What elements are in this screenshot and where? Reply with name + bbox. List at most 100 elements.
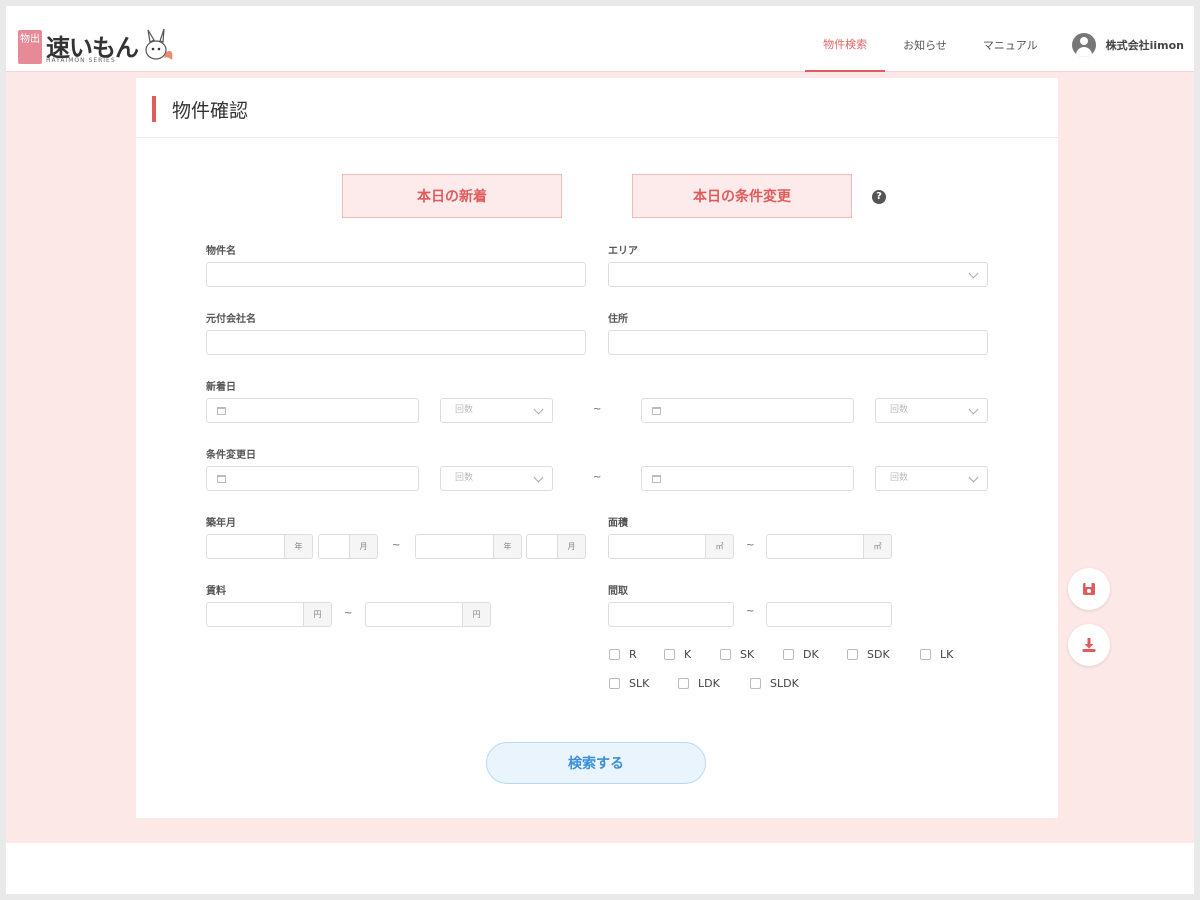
today-changed-button[interactable]: 本日の条件変更 (632, 174, 852, 218)
layout-checkbox-sldk[interactable]: SLDK (750, 677, 799, 690)
save-icon (1083, 583, 1095, 595)
area-size-from[interactable]: ㎡ (608, 534, 734, 559)
checkbox-label: SLDK (770, 677, 799, 690)
checkbox[interactable] (783, 649, 794, 660)
checkbox[interactable] (609, 649, 620, 660)
count-placeholder: 回数 (455, 473, 474, 483)
changed-date-from-count[interactable]: 回数 (440, 466, 553, 491)
area-label: エリア (608, 246, 638, 257)
new-date-to-input[interactable] (641, 398, 854, 423)
chevron-down-icon (533, 472, 544, 483)
layout-label: 間取 (608, 586, 628, 597)
save-button[interactable] (1068, 568, 1110, 610)
app-window: 物出 速いもん HAYAIMON SERIES 物件検索 お知らせ マニュアル … (6, 6, 1194, 894)
property-name-label: 物件名 (206, 246, 236, 257)
download-icon (1082, 638, 1096, 652)
logo-subtitle: HAYAIMON SERIES (46, 57, 116, 64)
avatar-icon (1071, 33, 1096, 57)
help-icon[interactable]: ? (872, 190, 886, 204)
range-separator: ~ (392, 540, 401, 551)
checkbox-label: R (629, 648, 637, 661)
built-to-month[interactable]: 月 (526, 534, 586, 559)
rent-label: 賃料 (206, 586, 226, 597)
main-area: 物件確認 本日の新着 本日の条件変更 ? 物件名 エリア 元付会社名 住所 新着… (6, 72, 1194, 843)
layout-checkbox-k[interactable]: K (664, 648, 691, 661)
page-title: 物件確認 (172, 100, 249, 122)
built-label: 築年月 (206, 518, 236, 529)
title-accent-bar (152, 96, 156, 122)
chevron-down-icon (533, 404, 544, 415)
checkbox-label: LDK (698, 677, 720, 690)
download-button[interactable] (1068, 624, 1110, 666)
layout-checkbox-slk[interactable]: SLK (609, 677, 649, 690)
built-to-year[interactable]: 年 (415, 534, 522, 559)
user-name: 株式会社iimon (1105, 39, 1184, 52)
address-input[interactable] (608, 330, 988, 355)
main-nav: 物件検索 お知らせ マニュアル 株式会社iimon (805, 18, 1194, 72)
user-menu[interactable]: 株式会社iimon (1056, 33, 1194, 57)
range-separator: ~ (344, 608, 353, 619)
chevron-down-icon (968, 268, 979, 279)
sqm-unit: ㎡ (863, 535, 891, 558)
area-select[interactable] (608, 262, 988, 287)
agency-input[interactable] (206, 330, 586, 355)
layout-from[interactable] (608, 602, 734, 627)
range-separator: ~ (593, 472, 602, 483)
new-date-from-count[interactable]: 回数 (440, 398, 553, 423)
new-date-to-count[interactable]: 回数 (875, 398, 988, 423)
layout-checkbox-dk[interactable]: DK (783, 648, 819, 661)
layout-to[interactable] (766, 602, 892, 627)
checkbox[interactable] (609, 678, 620, 689)
changed-date-to-input[interactable] (641, 466, 854, 491)
agency-label: 元付会社名 (206, 314, 256, 325)
checkbox[interactable] (678, 678, 689, 689)
count-placeholder: 回数 (890, 405, 909, 415)
calendar-icon (652, 475, 661, 483)
changed-date-label: 条件変更日 (206, 450, 256, 461)
nav-notices[interactable]: お知らせ (885, 18, 965, 72)
layout-checkbox-lk[interactable]: LK (920, 648, 953, 661)
count-placeholder: 回数 (455, 405, 474, 415)
month-unit: 月 (349, 535, 377, 558)
sqm-unit: ㎡ (705, 535, 733, 558)
nav-manual[interactable]: マニュアル (965, 18, 1056, 72)
address-label: 住所 (608, 314, 628, 325)
count-placeholder: 回数 (890, 473, 909, 483)
checkbox[interactable] (720, 649, 731, 660)
checkbox[interactable] (920, 649, 931, 660)
calendar-icon (217, 475, 226, 483)
checkbox[interactable] (664, 649, 675, 660)
built-from-year[interactable]: 年 (206, 534, 313, 559)
search-button[interactable]: 検索する (486, 742, 706, 784)
checkbox[interactable] (750, 678, 761, 689)
search-card: 物件確認 本日の新着 本日の条件変更 ? 物件名 エリア 元付会社名 住所 新着… (136, 78, 1058, 818)
top-header: 物出 速いもん HAYAIMON SERIES 物件検索 お知らせ マニュアル … (6, 18, 1194, 72)
area-size-to[interactable]: ㎡ (766, 534, 892, 559)
checkbox[interactable] (847, 649, 858, 660)
checkbox-label: DK (803, 648, 819, 661)
new-date-from-input[interactable] (206, 398, 419, 423)
rent-to[interactable]: 円 (365, 602, 491, 627)
range-separator: ~ (593, 404, 602, 415)
checkbox-label: SK (740, 648, 755, 661)
checkbox-label: K (684, 648, 692, 661)
card-header: 物件確認 (136, 78, 1058, 138)
layout-checkbox-r[interactable]: R (609, 648, 637, 661)
nav-property-search[interactable]: 物件検索 (805, 18, 886, 72)
year-unit: 年 (284, 535, 312, 558)
property-name-input[interactable] (206, 262, 586, 287)
range-separator: ~ (746, 606, 755, 617)
layout-checkbox-sdk[interactable]: SDK (847, 648, 890, 661)
logo[interactable]: 物出 速いもん HAYAIMON SERIES (18, 26, 178, 66)
checkbox-label: SLK (629, 677, 650, 690)
rent-from[interactable]: 円 (206, 602, 332, 627)
layout-checkbox-sk[interactable]: SK (720, 648, 754, 661)
checkbox-label: SDK (867, 648, 890, 661)
layout-checkbox-ldk[interactable]: LDK (678, 677, 720, 690)
built-from-month[interactable]: 月 (318, 534, 378, 559)
yen-unit: 円 (462, 603, 490, 626)
changed-date-to-count[interactable]: 回数 (875, 466, 988, 491)
changed-date-from-input[interactable] (206, 466, 419, 491)
today-new-button[interactable]: 本日の新着 (342, 174, 562, 218)
mascot-icon (145, 28, 173, 60)
